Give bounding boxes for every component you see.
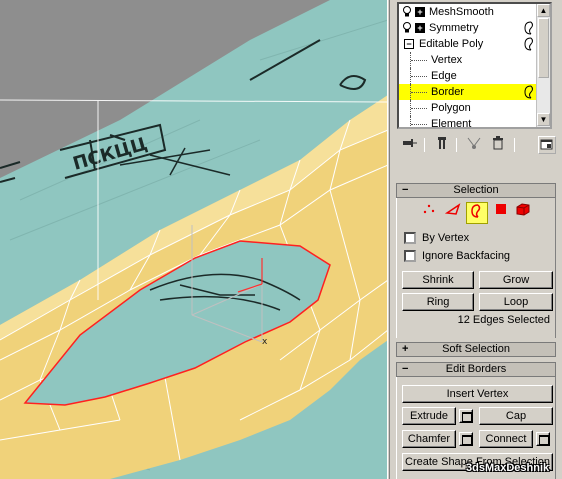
stack-subobject-edge[interactable]: Edge: [399, 68, 550, 84]
configure-sets-icon[interactable]: [538, 136, 556, 154]
subobject-level-icons: [410, 202, 530, 224]
stack-item-editable-poly[interactable]: − Editable Poly: [399, 36, 550, 52]
expand-icon: +: [402, 343, 409, 355]
show-end-result-icon[interactable]: [524, 21, 536, 35]
expander-plus-icon[interactable]: +: [415, 23, 425, 33]
stack-subobject-polygon[interactable]: Polygon: [399, 100, 550, 116]
rollout-soft-selection-header[interactable]: + Soft Selection: [396, 342, 556, 357]
viewport[interactable]: ПСКЦЦ x: [0, 0, 388, 479]
grow-button[interactable]: Grow: [479, 271, 553, 289]
collapse-icon: −: [402, 363, 409, 375]
by-vertex-label: By Vertex: [422, 232, 470, 244]
rollout-title: Edit Borders: [445, 363, 507, 375]
lightbulb-icon[interactable]: [402, 6, 412, 17]
rollout-edit-borders-header[interactable]: − Edit Borders: [396, 362, 556, 377]
stack-item-label: Element: [431, 118, 472, 129]
vertex-level-icon[interactable]: [418, 202, 440, 224]
ignore-backfacing-option[interactable]: Ignore Backfacing: [404, 249, 510, 265]
show-end-result-icon[interactable]: [524, 85, 536, 99]
rollout-title: Soft Selection: [442, 343, 510, 355]
stack-item-label: Polygon: [431, 102, 471, 114]
lightbulb-icon[interactable]: [402, 22, 412, 33]
stack-item-label: MeshSmooth: [429, 6, 494, 18]
ignore-backfacing-label: Ignore Backfacing: [422, 250, 511, 262]
show-end-result-icon[interactable]: [432, 136, 452, 154]
rollout-title: Selection: [453, 184, 499, 196]
loop-button[interactable]: Loop: [479, 293, 553, 311]
stack-item-label: Symmetry: [429, 22, 479, 34]
expander-plus-icon[interactable]: +: [415, 7, 425, 17]
stack-toolbar: [394, 132, 558, 160]
scroll-up-icon[interactable]: ▲: [537, 4, 550, 17]
connect-settings-icon[interactable]: [536, 432, 550, 446]
chamfer-settings-icon[interactable]: [459, 432, 473, 446]
stack-item-label: Border: [431, 86, 465, 98]
polygon-level-icon[interactable]: [490, 202, 512, 224]
shrink-button[interactable]: Shrink: [402, 271, 474, 289]
remove-modifier-icon[interactable]: [488, 136, 508, 154]
show-end-result-icon[interactable]: [524, 37, 536, 51]
stack-item-symmetry[interactable]: + Symmetry: [399, 20, 550, 36]
by-vertex-checkbox[interactable]: [404, 232, 416, 245]
border-level-icon[interactable]: [466, 202, 488, 224]
scroll-thumb[interactable]: [538, 18, 549, 78]
element-level-icon[interactable]: [512, 202, 534, 224]
pin-stack-icon[interactable]: [400, 136, 420, 154]
insert-vertex-button[interactable]: Insert Vertex: [402, 385, 553, 403]
stack-subobject-element[interactable]: Element: [399, 116, 550, 129]
modifier-stack[interactable]: + MeshSmooth + Symmetry − Editable Poly …: [397, 2, 552, 129]
make-unique-icon[interactable]: [464, 136, 484, 154]
chamfer-button[interactable]: Chamfer: [402, 430, 456, 448]
svg-text:x: x: [262, 337, 268, 347]
extrude-settings-icon[interactable]: [459, 409, 473, 423]
stack-item-label: Editable Poly: [419, 38, 484, 50]
selection-status: 12 Edges Selected: [457, 314, 550, 326]
watermark-text: 3dsMaxDeshnik: [466, 462, 550, 474]
cap-button[interactable]: Cap: [479, 407, 553, 425]
edge-level-icon[interactable]: [442, 202, 464, 224]
stack-item-label: Edge: [431, 70, 457, 82]
viewport-scene[interactable]: ПСКЦЦ x: [0, 0, 388, 479]
ignore-backfacing-checkbox[interactable]: [404, 250, 416, 263]
extrude-button[interactable]: Extrude: [402, 407, 456, 425]
rollout-selection-header[interactable]: − Selection: [396, 183, 556, 198]
stack-scrollbar[interactable]: ▲ ▼: [536, 4, 550, 127]
stack-subobject-vertex[interactable]: Vertex: [399, 52, 550, 68]
stack-item-meshsmooth[interactable]: + MeshSmooth: [399, 4, 550, 20]
connect-button[interactable]: Connect: [479, 430, 533, 448]
stack-item-label: Vertex: [431, 54, 463, 66]
collapse-icon: −: [402, 184, 409, 196]
stack-subobject-border[interactable]: Border: [399, 84, 550, 100]
by-vertex-option[interactable]: By Vertex: [404, 231, 469, 247]
expander-minus-icon[interactable]: −: [404, 39, 414, 49]
command-panel: + MeshSmooth + Symmetry − Editable Poly …: [389, 0, 562, 479]
ring-button[interactable]: Ring: [402, 293, 474, 311]
scroll-down-icon[interactable]: ▼: [537, 113, 550, 126]
